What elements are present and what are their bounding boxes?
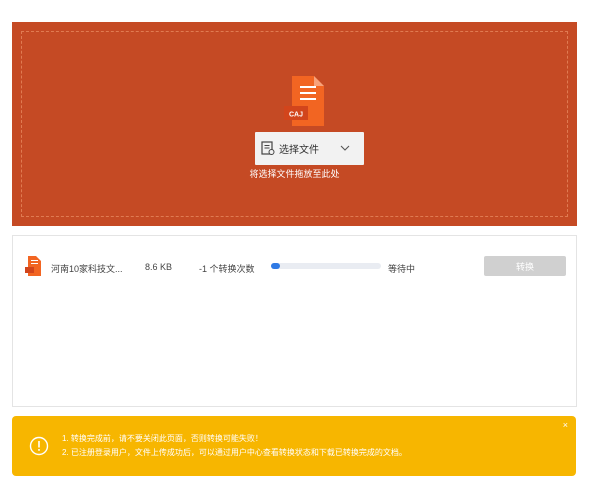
file-type-tag: CAJ xyxy=(289,112,303,119)
file-size: 8.6 KB xyxy=(145,262,173,272)
select-file-label: 选择文件 xyxy=(279,145,319,156)
caj-file-icon: CAJ xyxy=(284,76,324,126)
file-list-panel: 河南10家科技文... 8.6 KB -1 个转换次数 等待中 转换 xyxy=(12,235,577,407)
caj-file-icon xyxy=(25,256,41,276)
document-icon xyxy=(261,141,275,155)
warning-icon xyxy=(29,436,49,456)
progress-bar xyxy=(271,263,381,269)
close-icon[interactable]: × xyxy=(563,420,568,430)
notice-line-1: 1. 转换完成前，请不要关闭此页面，否则转换可能失败！ xyxy=(62,434,263,443)
upload-drop-zone[interactable]: CAJ 选择文件 将选择文件拖放至此处 xyxy=(12,22,577,226)
conversion-count: -1 个转换次数 xyxy=(199,264,255,274)
drop-hint: 将选择文件拖放至此处 xyxy=(249,169,340,179)
file-name: 河南10家科技文... xyxy=(51,264,123,274)
notice-banner: 1. 转换完成前，请不要关闭此页面，否则转换可能失败！ 2. 已注册登录用户，文… xyxy=(12,416,576,476)
drop-zone-border: CAJ 选择文件 将选择文件拖放至此处 xyxy=(21,31,568,217)
select-file-button[interactable]: 选择文件 xyxy=(255,132,364,165)
notice-line-2: 2. 已注册登录用户，文件上传成功后，可以通过用户中心查看转换状态和下载已转换完… xyxy=(62,448,407,457)
chevron-down-icon xyxy=(340,145,350,151)
convert-button[interactable]: 转换 xyxy=(484,256,566,276)
progress-fill xyxy=(271,263,280,269)
status-text: 等待中 xyxy=(388,264,416,274)
